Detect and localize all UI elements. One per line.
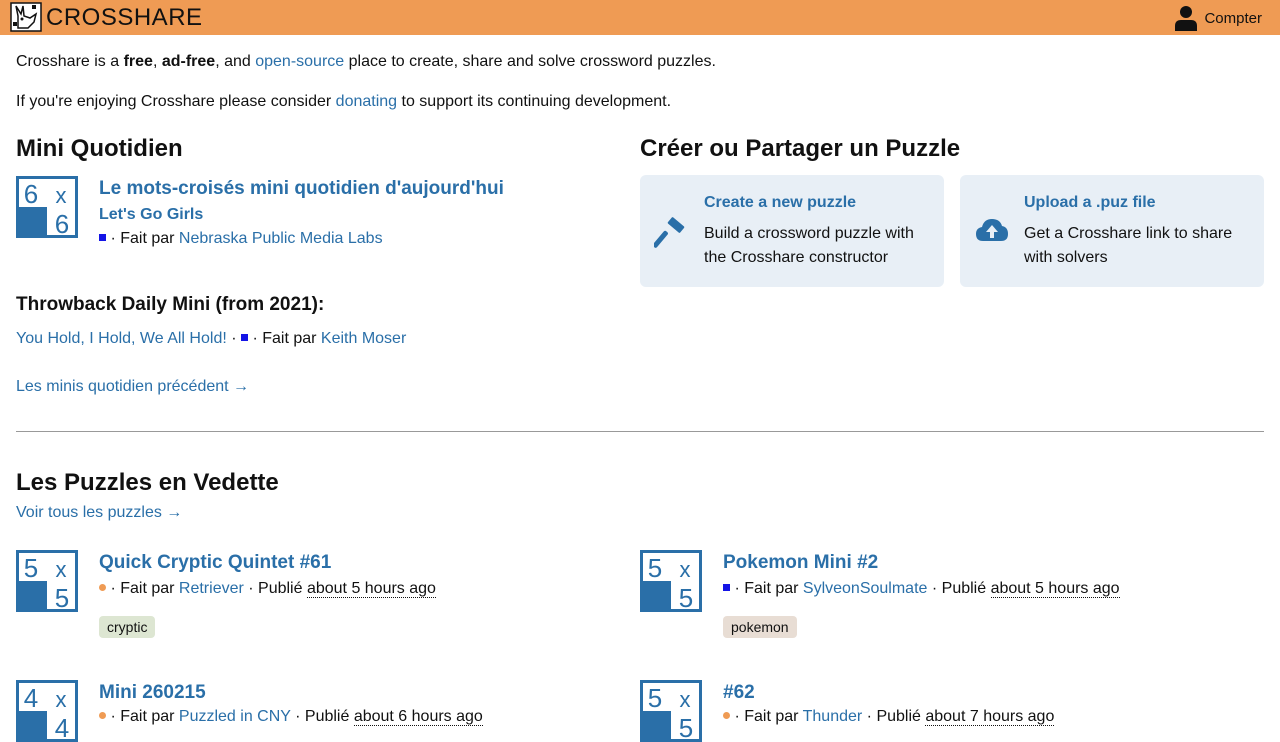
svg-text:5: 5 <box>679 583 693 612</box>
puzzle-title-link[interactable]: Quick Cryptic Quintet #61 <box>99 552 331 574</box>
publish-time: about 6 hours ago <box>353 708 483 726</box>
daily-mini-meta: · Fait par Nebraska Public Media Labs <box>99 230 383 248</box>
svg-text:5: 5 <box>55 583 69 612</box>
svg-text:4: 4 <box>24 683 38 713</box>
daily-mini-subtitle-link[interactable]: Let's Go Girls <box>99 206 203 224</box>
hammer-icon <box>654 217 685 248</box>
difficulty-square-icon <box>723 583 730 591</box>
throwback-meta: You Hold, I Hold, We All Hold! · · Fait … <box>16 330 406 348</box>
account-button[interactable]: Compter <box>1174 4 1262 32</box>
published-text: · Publié <box>862 708 926 725</box>
publish-time: about 5 hours ago <box>306 580 436 598</box>
top-bar: CROSSHARE Compter <box>0 0 1280 35</box>
puzzle-title-link[interactable]: Mini 260215 <box>99 682 206 704</box>
svg-text:5: 5 <box>24 553 38 583</box>
open-source-link[interactable]: open-source <box>255 53 344 70</box>
donating-link[interactable]: donating <box>336 93 397 110</box>
intro-text: place to create, share and solve crosswo… <box>344 53 716 70</box>
difficulty-square-icon <box>241 333 248 341</box>
puzzle-meta: · Fait par Thunder · Publié about 7 hour… <box>723 708 1055 726</box>
intro-line-2: If you're enjoying Crosshare please cons… <box>16 92 671 112</box>
see-all-puzzles-link[interactable]: Voir tous les puzzles → <box>16 504 182 522</box>
crosshare-logo-icon[interactable] <box>10 2 42 32</box>
daily-mini-title-link[interactable]: Le mots-croisés mini quotidien d'aujourd… <box>99 178 504 200</box>
svg-text:6: 6 <box>55 209 69 238</box>
create-puzzle-desc: Build a crossword puzzle with the Crossh… <box>704 225 914 266</box>
upload-puz-desc: Get a Crosshare link to share with solve… <box>1024 225 1233 266</box>
upload-puz-card[interactable]: Upload a .puz file Get a Crosshare link … <box>960 175 1264 287</box>
svg-text:x: x <box>680 687 691 712</box>
svg-text:6: 6 <box>24 179 38 209</box>
by-text: · Fait par <box>106 580 179 597</box>
featured-heading: Les Puzzles en Vedette <box>16 469 279 496</box>
intro-text: Crosshare is a <box>16 53 124 70</box>
cloud-upload-icon <box>976 219 1008 241</box>
create-puzzle-card[interactable]: Create a new puzzle Build a crossword pu… <box>640 175 944 287</box>
donate-text: If you're enjoying Crosshare please cons… <box>16 93 336 110</box>
author-link[interactable]: Retriever <box>179 580 244 597</box>
puzzle-meta: · Fait par Puzzled in CNY · Publié about… <box>99 708 483 726</box>
section-divider <box>16 431 1264 432</box>
svg-text:5: 5 <box>648 683 662 713</box>
intro-sep: , and <box>215 53 256 70</box>
difficulty-dot-icon <box>99 711 106 719</box>
difficulty-dot-icon <box>723 711 730 719</box>
mini-heading: Mini Quotidien <box>16 135 183 162</box>
difficulty-dot-icon <box>99 583 106 591</box>
author-link[interactable]: SylveonSoulmate <box>803 580 928 597</box>
svg-text:x: x <box>56 687 67 712</box>
throwback-title-link[interactable]: You Hold, I Hold, We All Hold! <box>16 330 227 347</box>
svg-text:x: x <box>680 557 691 582</box>
svg-text:4: 4 <box>55 713 69 742</box>
difficulty-square-icon <box>99 233 106 241</box>
upload-puz-title: Upload a .puz file <box>1024 194 1156 211</box>
ad-free-text: ad-free <box>161 53 216 70</box>
published-text: · Publié <box>290 708 354 725</box>
puzzle-meta: · Fait par SylveonSoulmate · Publié abou… <box>723 580 1120 598</box>
author-link[interactable]: Nebraska Public Media Labs <box>179 230 383 247</box>
intro-sep: , <box>152 53 162 70</box>
puzzle-size-icon[interactable]: 5 x 5 <box>640 550 702 612</box>
svg-text:5: 5 <box>679 713 693 742</box>
svg-text:x: x <box>56 183 67 208</box>
tag-chip[interactable]: cryptic <box>99 616 156 638</box>
svg-text:5: 5 <box>648 553 662 583</box>
published-text: · Publié <box>927 580 991 597</box>
by-text: · Fait par <box>730 580 803 597</box>
brand-name[interactable]: CROSSHARE <box>46 4 203 32</box>
author-link[interactable]: Keith Moser <box>321 330 406 347</box>
svg-text:x: x <box>56 557 67 582</box>
publish-time: about 7 hours ago <box>925 708 1055 726</box>
puzzle-size-icon[interactable]: 6 x 6 <box>16 176 78 238</box>
user-icon <box>1175 6 1198 31</box>
previous-minis-link[interactable]: Les minis quotidien précédent → <box>16 378 249 396</box>
puzzle-size-icon[interactable]: 4 x 4 <box>16 680 78 742</box>
puzzle-title-link[interactable]: #62 <box>723 682 755 704</box>
by-text: · Fait par <box>730 708 803 725</box>
throwback-heading: Throwback Daily Mini (from 2021): <box>16 294 325 315</box>
sep-text: · <box>226 330 241 347</box>
publish-time: about 5 hours ago <box>990 580 1120 598</box>
intro-line-1: Crosshare is a free, ad-free, and open-s… <box>16 52 716 72</box>
free-text: free <box>123 53 153 70</box>
puzzle-meta: · Fait par Retriever · Publié about 5 ho… <box>99 580 436 598</box>
author-link[interactable]: Puzzled in CNY <box>179 708 291 725</box>
author-link[interactable]: Thunder <box>803 708 863 725</box>
donate-text: to support its continuing development. <box>397 93 672 110</box>
by-text: · Fait par <box>106 708 179 725</box>
create-puzzle-title: Create a new puzzle <box>704 194 857 211</box>
by-text: · Fait par <box>106 230 179 247</box>
account-label: Compter <box>1204 9 1262 27</box>
tag-chip[interactable]: pokemon <box>723 616 797 638</box>
puzzle-size-icon[interactable]: 5 x 5 <box>16 550 78 612</box>
puzzle-size-icon[interactable]: 5 x 5 <box>640 680 702 742</box>
published-text: · Publié <box>243 580 307 597</box>
puzzle-title-link[interactable]: Pokemon Mini #2 <box>723 552 878 574</box>
by-text: · Fait par <box>248 330 321 347</box>
create-heading: Créer ou Partager un Puzzle <box>640 135 961 162</box>
